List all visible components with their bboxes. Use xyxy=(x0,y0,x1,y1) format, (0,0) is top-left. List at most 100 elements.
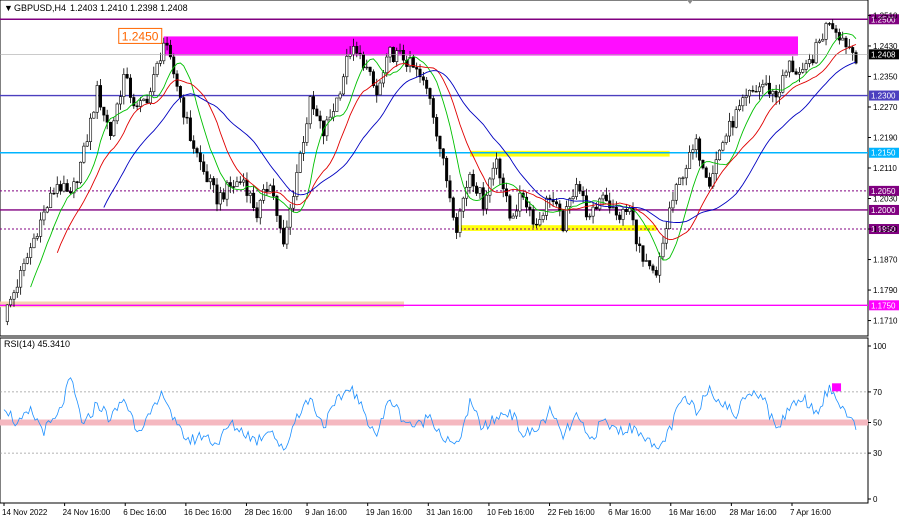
candle-body xyxy=(804,63,808,70)
time-tick-label: 14 Nov 2022 xyxy=(2,508,48,517)
candle-body xyxy=(511,215,515,219)
rsi-marker xyxy=(832,383,842,392)
candle-body xyxy=(128,77,132,98)
candle-body xyxy=(561,210,565,232)
candle-body xyxy=(821,39,825,42)
candle-body xyxy=(255,207,259,219)
candle-body xyxy=(634,219,638,245)
candle-body xyxy=(754,91,758,93)
price-zone xyxy=(456,225,657,231)
candle-body xyxy=(115,103,119,122)
candle-body xyxy=(571,196,575,200)
candle-body xyxy=(431,98,435,118)
ohlc-label: 1.2403 1.2410 1.2398 1.2408 xyxy=(70,3,188,13)
candle-body xyxy=(282,227,286,245)
candle-body xyxy=(125,74,129,79)
candle-body xyxy=(162,42,166,62)
candle-body xyxy=(82,145,86,163)
candle-body xyxy=(624,209,628,213)
candle-body xyxy=(378,82,382,96)
candle-body xyxy=(275,195,279,216)
candle-body xyxy=(654,270,658,276)
candle-body xyxy=(315,108,319,117)
candle-body xyxy=(518,192,522,212)
candle-body xyxy=(458,210,462,233)
candle-body xyxy=(708,177,712,187)
candle-body xyxy=(268,185,272,192)
time-tick-label: 7 Apr 16:00 xyxy=(790,508,831,517)
candle-body xyxy=(744,95,748,98)
candle-body xyxy=(807,59,811,64)
candle-body xyxy=(698,138,702,161)
candle-body xyxy=(638,243,642,247)
candle-body xyxy=(22,263,26,271)
candle-body xyxy=(39,219,43,237)
candle-body xyxy=(272,185,276,197)
candle-body xyxy=(827,23,831,25)
candle-body xyxy=(55,184,59,194)
candle-body xyxy=(351,46,355,55)
rsi-tick-label: 50 xyxy=(873,419,882,428)
candle-body xyxy=(401,49,405,61)
candle-body xyxy=(305,123,309,143)
candle-body xyxy=(428,88,432,99)
candle-body xyxy=(495,158,499,169)
candle-body xyxy=(668,207,672,230)
time-axis: 14 Nov 2022 24 Nov 16:00 6 Dec 16:00 16 Dec… xyxy=(2,503,831,517)
candle-body xyxy=(155,62,159,75)
candle-body xyxy=(515,210,519,217)
candle-body xyxy=(851,47,855,53)
candle-body xyxy=(385,56,389,74)
candle-body xyxy=(777,91,781,98)
rsi-tick-label: 30 xyxy=(873,449,882,458)
candle-body xyxy=(751,89,755,92)
candle-body xyxy=(684,168,688,179)
price-tick-label: 1.2510 xyxy=(873,11,898,20)
time-tick-label: 19 Jan 16:00 xyxy=(366,508,413,517)
candle-body xyxy=(621,209,625,220)
candle-body xyxy=(721,142,725,151)
candle-body xyxy=(534,223,538,226)
candle-body xyxy=(731,120,735,128)
candle-body xyxy=(25,257,29,264)
rsi-tick-label: 0 xyxy=(873,495,878,504)
candle-body xyxy=(468,173,472,188)
candle-body xyxy=(348,54,352,57)
candle-body xyxy=(421,76,425,81)
candle-body xyxy=(601,194,605,200)
candle-body xyxy=(764,82,768,85)
price-tick-label: 1.2110 xyxy=(873,164,897,173)
candle-body xyxy=(318,115,322,122)
candle-body xyxy=(841,37,845,41)
candle-body xyxy=(42,211,46,221)
candle-body xyxy=(528,206,532,210)
candle-body xyxy=(491,167,495,180)
candle-body xyxy=(302,142,306,154)
candle-body xyxy=(728,120,732,137)
price-tick-label: 1.1790 xyxy=(873,286,898,295)
candle-body xyxy=(794,71,798,75)
candle-body xyxy=(578,184,582,192)
symbol-dropdown-icon[interactable]: ▼ xyxy=(4,3,13,13)
price-tick-label: 1.1710 xyxy=(873,317,898,326)
candle-body xyxy=(152,74,156,93)
candle-body xyxy=(594,206,598,210)
candle-body xyxy=(438,135,442,150)
price-tick-label: 1.2190 xyxy=(873,133,898,142)
candle-body xyxy=(398,49,402,52)
candle-body xyxy=(92,111,96,119)
candle-body xyxy=(734,109,738,128)
candle-body xyxy=(714,159,718,174)
candle-body xyxy=(109,121,113,136)
candle-body xyxy=(325,119,329,137)
candle-body xyxy=(195,148,199,154)
candle-body xyxy=(142,98,146,101)
candle-body xyxy=(644,260,648,262)
price-tick-label: 1.1870 xyxy=(873,256,898,265)
candle-body xyxy=(215,184,219,205)
candle-body xyxy=(365,66,369,69)
candle-body xyxy=(135,105,139,107)
candle-body xyxy=(395,50,399,63)
candle-body xyxy=(664,228,668,244)
candle-body xyxy=(29,247,33,258)
